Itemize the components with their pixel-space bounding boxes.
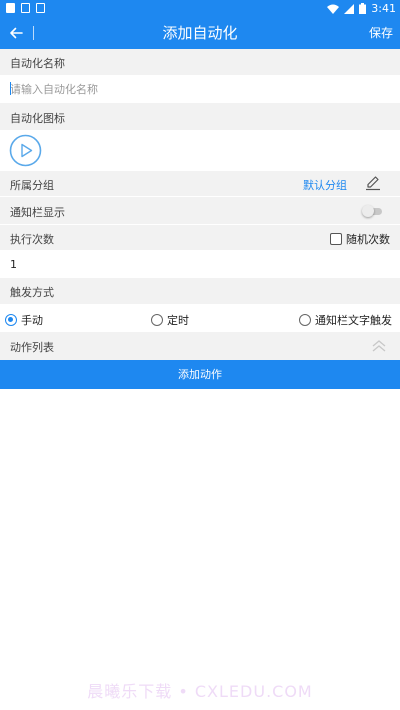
radio-unselected-icon	[151, 314, 163, 326]
checkbox-box	[330, 233, 342, 245]
exec-count-value[interactable]: 1	[10, 258, 17, 271]
trigger-label: 触发方式	[10, 286, 54, 299]
back-button[interactable]	[6, 23, 26, 43]
status-right: 3:41	[327, 1, 396, 16]
action-list-label: 动作列表	[10, 341, 54, 354]
group-row: 所属分组 默认分组	[0, 171, 400, 196]
notification-label: 通知栏显示	[10, 206, 65, 219]
notification-toggle[interactable]	[362, 205, 382, 217]
name-field-row	[0, 75, 400, 103]
message-icon	[21, 3, 30, 13]
trigger-radio-notification-text[interactable]: 通知栏文字触发	[299, 312, 392, 328]
radio-selected-icon	[5, 314, 17, 326]
random-count-label: 随机次数	[346, 233, 390, 246]
trigger-options-row: 手动 定时 通知栏文字触发	[0, 304, 400, 332]
automation-name-input[interactable]	[10, 75, 390, 103]
action-list-header: 动作列表	[0, 332, 400, 360]
status-bar: 3:41	[0, 0, 400, 17]
save-button[interactable]: 保存	[369, 17, 393, 49]
pencil-edit-icon[interactable]	[365, 175, 381, 191]
icon-row	[0, 130, 400, 171]
trigger-section-header: 触发方式	[0, 278, 400, 304]
random-count-checkbox[interactable]: 随机次数	[330, 231, 390, 247]
name-section-header: 自动化名称	[0, 49, 400, 75]
wifi-icon	[327, 4, 340, 14]
icon-section-header: 自动化图标	[0, 103, 400, 130]
play-circle-icon[interactable]	[9, 134, 42, 167]
trigger-option-label: 通知栏文字触发	[315, 314, 392, 327]
group-value[interactable]: 默认分组	[303, 177, 347, 193]
chevron-double-up-icon[interactable]	[371, 339, 387, 353]
icon-label: 自动化图标	[10, 112, 65, 125]
trigger-radio-manual[interactable]: 手动	[5, 312, 43, 328]
toggle-knob	[362, 205, 374, 217]
app-bar: 添加自动化 保存	[0, 17, 400, 49]
appbar-divider	[33, 26, 34, 40]
battery-icon	[359, 3, 367, 14]
notification-row: 通知栏显示	[0, 196, 400, 224]
watermark: 晨曦乐下载 • CXLEDU.COM	[87, 682, 313, 701]
exec-count-header: 执行次数 随机次数	[0, 224, 400, 250]
text-caret	[10, 82, 11, 95]
trigger-option-label: 手动	[21, 314, 43, 327]
exec-count-label: 执行次数	[10, 233, 54, 246]
radio-unselected-icon	[299, 314, 311, 326]
page-title: 添加自动化	[162, 24, 238, 42]
status-left	[6, 3, 45, 13]
trigger-radio-timer[interactable]: 定时	[151, 312, 189, 328]
notification-square-icon	[6, 3, 15, 13]
arrow-left-icon	[10, 27, 23, 39]
exec-count-row: 1	[0, 250, 400, 278]
trigger-option-label: 定时	[167, 314, 189, 327]
group-label: 所属分组	[10, 179, 54, 192]
download-icon	[36, 3, 45, 13]
name-label: 自动化名称	[10, 57, 65, 70]
status-time: 3:41	[371, 2, 396, 15]
signal-icon	[344, 3, 355, 14]
add-action-button[interactable]: 添加动作	[0, 360, 400, 389]
